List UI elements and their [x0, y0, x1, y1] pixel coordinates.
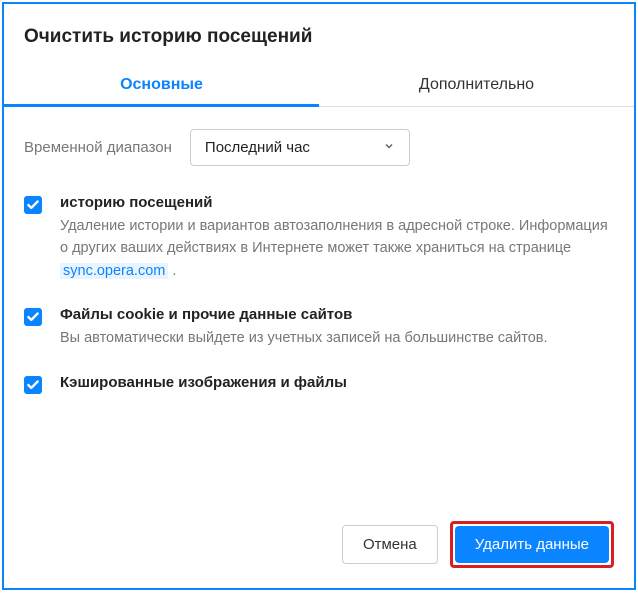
option-title: историю посещений: [60, 194, 614, 211]
confirm-button-highlight: Удалить данные: [450, 521, 614, 568]
delete-data-button[interactable]: Удалить данные: [455, 526, 609, 563]
tabs: Основные Дополнительно: [4, 66, 634, 107]
dialog-title: Очистить историю посещений: [4, 4, 634, 66]
dialog-body: Временной диапазон Последний час историю…: [4, 107, 634, 503]
checkbox-cached-images[interactable]: [24, 376, 42, 394]
checkbox-browsing-history[interactable]: [24, 196, 42, 214]
time-range-label: Временной диапазон: [24, 139, 172, 156]
tab-basic[interactable]: Основные: [4, 66, 319, 106]
option-title: Кэшированные изображения и файлы: [60, 374, 614, 391]
checkbox-cookies[interactable]: [24, 308, 42, 326]
option-title: Файлы cookie и прочие данные сайтов: [60, 306, 614, 323]
time-range-row: Временной диапазон Последний час: [24, 129, 614, 166]
time-range-select[interactable]: Последний час: [190, 129, 410, 166]
option-description: Вы автоматически выйдете из учетных запи…: [60, 327, 614, 349]
option-description: Удаление истории и вариантов автозаполне…: [60, 215, 614, 282]
clear-history-dialog: Очистить историю посещений Основные Допо…: [2, 2, 636, 590]
chevron-down-icon: [383, 139, 395, 156]
option-cached-images: Кэшированные изображения и файлы: [24, 374, 614, 395]
opt-desc-after: .: [168, 263, 176, 279]
sync-opera-link[interactable]: sync.opera.com: [60, 263, 168, 279]
opt-desc-text: Удаление истории и вариантов автозаполне…: [60, 218, 608, 256]
dialog-footer: Отмена Удалить данные: [4, 503, 634, 588]
cancel-button[interactable]: Отмена: [342, 525, 438, 564]
tab-advanced[interactable]: Дополнительно: [319, 66, 634, 106]
option-browsing-history: историю посещений Удаление истории и вар…: [24, 194, 614, 282]
time-range-value: Последний час: [205, 139, 310, 156]
option-cookies: Файлы cookie и прочие данные сайтов Вы а…: [24, 306, 614, 349]
